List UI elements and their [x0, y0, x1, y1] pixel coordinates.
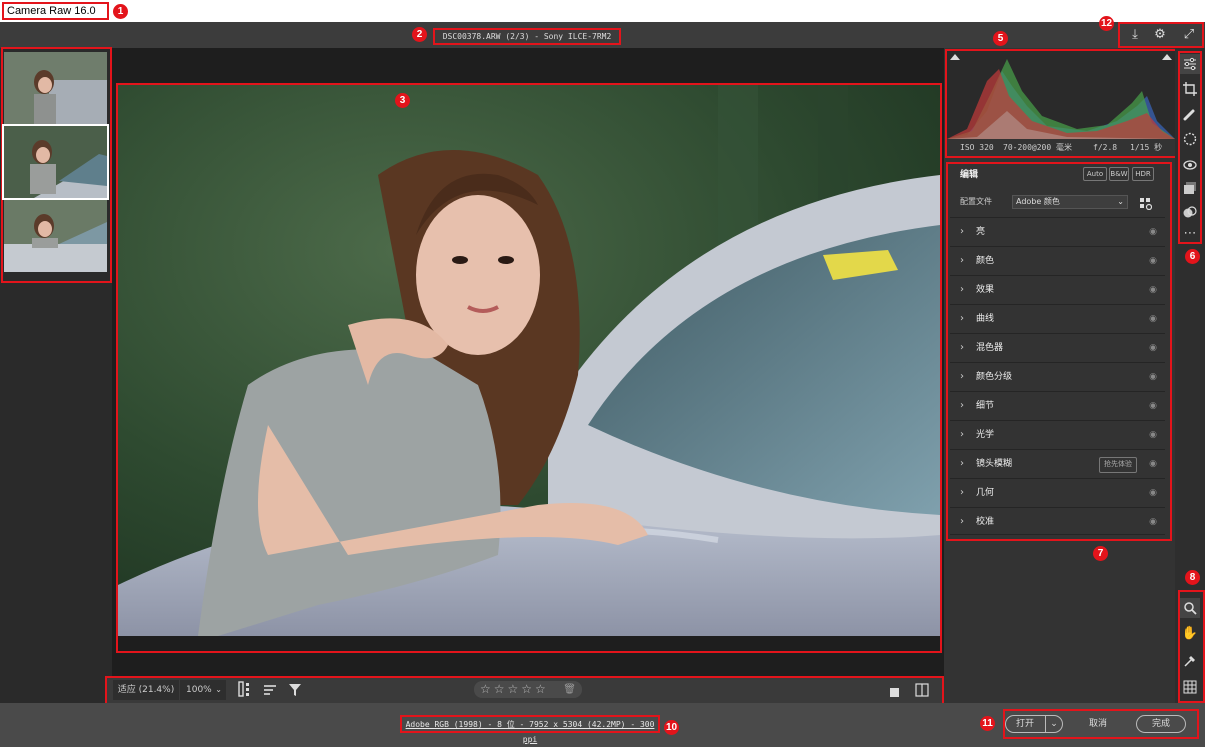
chevron-down-icon: ⌄ — [215, 685, 222, 694]
photo-highlight — [116, 83, 942, 653]
trash-icon[interactable]: 🗑 — [563, 681, 576, 698]
settings-icon[interactable]: ⚙ — [1150, 25, 1170, 45]
window-title-bar — [0, 0, 1205, 22]
callout-10: 10 — [664, 720, 679, 735]
callout-8: 8 — [1185, 570, 1200, 585]
bottom-tools-highlight — [1178, 590, 1205, 703]
split-view-icon[interactable] — [915, 682, 929, 697]
zoom-level-select[interactable]: 100% ⌄ — [180, 680, 226, 700]
callout-1: 1 — [113, 4, 128, 19]
zoom-level-value: 100% — [186, 685, 212, 695]
filter-icon[interactable] — [288, 682, 302, 696]
callout-12: 12 — [1099, 16, 1114, 31]
fullscreen-icon[interactable]: ⤢ — [1179, 25, 1199, 45]
callout-2: 2 — [412, 27, 427, 42]
app-title: Camera Raw 16.0 — [2, 2, 109, 20]
chevron-down-icon[interactable]: ⌄ — [1045, 716, 1062, 732]
thumbnail-1[interactable] — [4, 52, 107, 124]
done-button[interactable]: 完成 — [1136, 715, 1186, 733]
open-button[interactable]: 打开 ⌄ — [1005, 715, 1063, 733]
filmstrip-toggle-icon[interactable] — [238, 681, 252, 697]
callout-5: 5 — [993, 31, 1008, 46]
rating-stars[interactable]: ☆☆☆☆☆ — [480, 682, 549, 696]
callout-6: 6 — [1185, 249, 1200, 264]
edit-panel-highlight — [946, 162, 1172, 541]
save-icon[interactable]: ⤓ — [1125, 25, 1145, 45]
before-after-icon[interactable] — [889, 683, 901, 697]
thumbnail-3[interactable] — [4, 200, 107, 272]
cancel-button[interactable]: 取消 — [1073, 715, 1123, 733]
callout-3: 3 — [395, 93, 410, 108]
open-label: 打开 — [1016, 719, 1035, 729]
thumbnail-2[interactable] — [2, 124, 109, 200]
sort-icon[interactable] — [263, 682, 279, 696]
file-title: DSC00378.ARW (2/3) - Sony ILCE-7RM2 — [433, 28, 621, 45]
star-rating[interactable]: ☆☆☆☆☆ 🗑 — [474, 681, 582, 698]
zoom-fit-button[interactable]: 适应 (21.4%) — [113, 680, 179, 700]
histogram-highlight — [945, 49, 1177, 158]
callout-11: 11 — [980, 716, 995, 731]
workflow-options-link[interactable]: Adobe RGB (1998) - 8 位 - 7952 x 5304 (42… — [400, 715, 660, 744]
tool-strip-highlight — [1178, 51, 1202, 244]
callout-7: 7 — [1093, 546, 1108, 561]
